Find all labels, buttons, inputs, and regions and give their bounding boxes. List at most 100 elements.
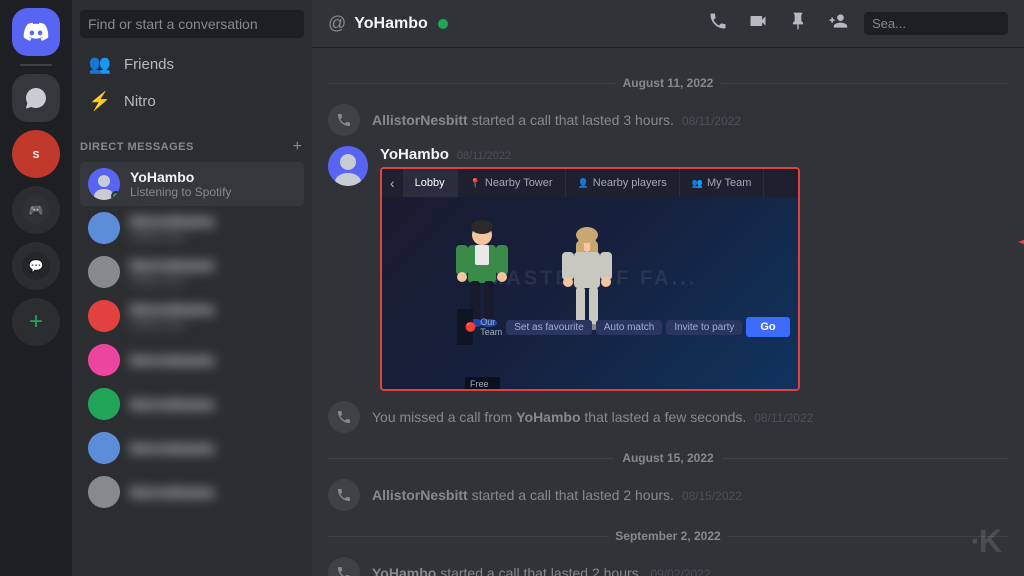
date-separator-aug11: August 11, 2022: [328, 76, 1008, 90]
msg-avatar-yohambo: [328, 146, 368, 186]
missed-call-text: You missed a call from YoHambo that last…: [372, 409, 813, 425]
go-button[interactable]: Go: [746, 317, 789, 337]
dm-item-4[interactable]: blurredname status text: [80, 294, 304, 338]
sep-line-right: [721, 83, 1008, 84]
avatar-yohambo: [88, 168, 120, 200]
channel-at-symbol: @: [328, 13, 346, 34]
fav-button: Set as favourite: [506, 320, 591, 335]
sep-line-left-2: [328, 458, 614, 459]
server-icon-bar: S 🎮 💬 +: [0, 0, 72, 576]
server-icon-1[interactable]: S: [12, 130, 60, 178]
game-lobby-label: Lobby: [415, 177, 445, 189]
call-message-allistor: AllistorNesbitt started a call that last…: [328, 100, 1008, 140]
dm-item-yohambo[interactable]: YoHambo Listening to Spotify: [80, 162, 304, 206]
date-separator-aug15: August 15, 2022: [328, 451, 1008, 465]
video-icon-button[interactable]: [744, 7, 772, 40]
msg-content-yohambo: YoHambo 08/11/2022 ‹ Lobby: [380, 146, 1008, 391]
dm-icon[interactable]: [12, 74, 60, 122]
dm-list: YoHambo Listening to Spotify blurredname…: [72, 162, 312, 576]
msg-timestamp: 08/11/2022: [457, 150, 511, 162]
dm-user-status: Listening to Spotify: [130, 185, 296, 199]
game-tab-lobby: Lobby: [403, 169, 458, 197]
dm-user-info-yohambo: YoHambo Listening to Spotify: [130, 169, 296, 199]
dm-item-6[interactable]: blurredname: [80, 382, 304, 426]
avatar-2: [88, 212, 120, 244]
red-arrow-indicator: [998, 222, 1024, 267]
message-yohambo-game: YoHambo 08/11/2022 ‹ Lobby: [328, 142, 1008, 395]
game-embed: ‹ Lobby 📍 Nearby Tower 👤: [380, 167, 800, 391]
team-info: 🔴 Our Team: [465, 317, 502, 337]
dm-user-info-4: blurredname status text: [130, 301, 296, 331]
game-slot-info: Free Target 1v1 · 03: [465, 377, 500, 389]
avatar-8: [88, 476, 120, 508]
icon-bar-separator: [20, 64, 52, 66]
missed-call-icon: [328, 401, 360, 433]
dm-nav: 👥 Friends ⚡ Nitro: [72, 46, 312, 120]
auto-match-button: Auto match: [596, 320, 663, 335]
dm-user-info-3: blurredname status text: [130, 257, 296, 287]
search-placeholder-text: Sea...: [872, 16, 906, 31]
sep-line-left: [328, 83, 615, 84]
dm-section-label: DIRECT MESSAGES: [80, 141, 194, 153]
invite-button: Invite to party: [666, 320, 742, 335]
status-indicator-yohambo: [111, 191, 120, 200]
dm-item-3[interactable]: blurredname status text: [80, 250, 304, 294]
search-input[interactable]: [80, 10, 304, 38]
dm-search-container: [72, 0, 312, 46]
game-back-arrow: ‹: [382, 169, 403, 197]
main-chat-area: @ YoHambo Sea...: [312, 0, 1024, 576]
game-bottom-bar: 🔴 Our Team Set as favourite Auto match I…: [457, 309, 473, 345]
sep-line-right-3: [729, 536, 1008, 537]
call-icon-allistor-2: [328, 479, 360, 511]
dm-item-8[interactable]: blurredname: [80, 470, 304, 514]
add-friend-icon-button[interactable]: [824, 7, 852, 40]
game-locality-label: Nearby Tower: [485, 177, 553, 189]
avatar-4: [88, 300, 120, 332]
msg-header-yohambo: YoHambo 08/11/2022: [380, 146, 1008, 163]
call-text-allistor-2: AllistorNesbitt started a call that last…: [372, 487, 742, 503]
avatar-5: [88, 344, 120, 376]
nav-friends[interactable]: 👥 Friends: [80, 46, 304, 83]
game-tab-nearby: 👤 Nearby players: [566, 169, 680, 197]
discord-logo-button[interactable]: [12, 8, 60, 56]
msg-username: YoHambo: [380, 146, 449, 163]
avatar-7: [88, 432, 120, 464]
avatar-6: [88, 388, 120, 420]
dm-item-2[interactable]: blurredname status text: [80, 206, 304, 250]
chat-messages: August 11, 2022 AllistorNesbitt started …: [312, 48, 1024, 576]
dm-user-info-7: blurredname: [130, 440, 296, 456]
server-icon-2[interactable]: 🎮: [12, 186, 60, 234]
chat-header: @ YoHambo Sea...: [312, 0, 1024, 48]
game-embed-inner: ‹ Lobby 📍 Nearby Tower 👤: [382, 169, 800, 389]
date-sep-text-aug15: August 15, 2022: [622, 451, 713, 465]
game-nearby-label: Nearby players: [593, 177, 667, 189]
chat-search-bar[interactable]: Sea...: [864, 12, 1008, 35]
nitro-icon: ⚡: [88, 91, 112, 112]
nitro-label: Nitro: [124, 93, 156, 110]
sep-line-left-3: [328, 536, 607, 537]
call-icon-allistor: [328, 104, 360, 136]
dm-add-button[interactable]: +: [291, 136, 304, 158]
call-icon-button[interactable]: [704, 7, 732, 40]
dm-item-5[interactable]: blurredname: [80, 338, 304, 382]
sep-line-right-2: [722, 458, 1008, 459]
date-separator-sep2: September 2, 2022: [328, 529, 1008, 543]
pin-icon-button[interactable]: [784, 7, 812, 40]
call-message-allistor-2: AllistorNesbitt started a call that last…: [328, 475, 1008, 515]
call-message-yohambo: YoHambo started a call that lasted 2 hou…: [328, 553, 1008, 576]
dm-user-info-8: blurredname: [130, 484, 296, 500]
game-top-bar: ‹ Lobby 📍 Nearby Tower 👤: [382, 169, 800, 197]
dm-username: YoHambo: [130, 169, 296, 185]
server-icon-3[interactable]: 💬: [12, 242, 60, 290]
friends-label: Friends: [124, 56, 174, 73]
chat-messages-wrapper: August 11, 2022 AllistorNesbitt started …: [312, 48, 1024, 576]
friends-icon: 👥: [88, 54, 112, 75]
add-server-button[interactable]: +: [12, 298, 60, 346]
avatar-3: [88, 256, 120, 288]
chat-username: YoHambo: [354, 15, 427, 33]
date-sep-text-aug11: August 11, 2022: [623, 76, 714, 90]
dm-item-7[interactable]: blurredname: [80, 426, 304, 470]
svg-text:S: S: [33, 150, 40, 161]
nav-nitro[interactable]: ⚡ Nitro: [80, 83, 304, 120]
game-tab-team: 👥 My Team: [680, 169, 765, 197]
